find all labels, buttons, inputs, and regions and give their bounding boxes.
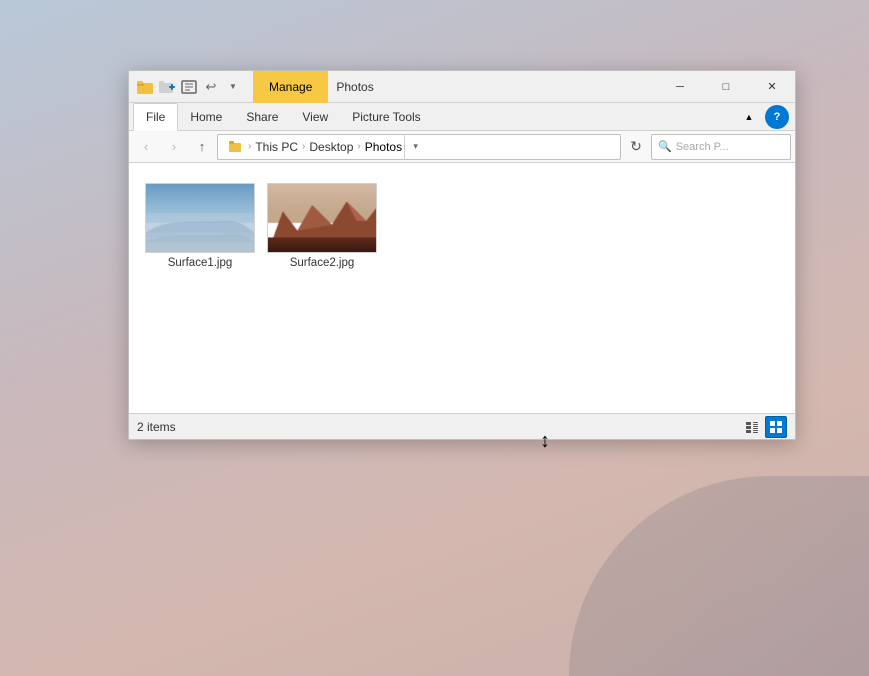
ribbon-tab-right: ▲ ? — [737, 105, 795, 129]
properties-icon[interactable] — [179, 77, 199, 97]
path-segment-thispc[interactable]: This PC — [255, 140, 298, 154]
up-button[interactable]: ↑ — [189, 134, 215, 160]
quick-access-toolbar: ↩ ▼ — [129, 77, 249, 97]
help-icon[interactable]: ? — [765, 105, 789, 129]
path-segment-desktop[interactable]: Desktop — [309, 140, 353, 154]
titlebar: ↩ ▼ Manage Photos ─ □ ✕ — [129, 71, 795, 103]
window-title: Photos — [328, 80, 657, 94]
view-toggle — [741, 416, 787, 438]
file-name-surface2: Surface2.jpg — [290, 257, 355, 269]
search-icon: 🔍 — [658, 140, 672, 153]
tab-home[interactable]: Home — [178, 103, 234, 131]
file-content-area: Surface1.jpg Surface2.jpg — [129, 163, 795, 413]
window-controls: ─ □ ✕ — [657, 71, 795, 103]
folder-icon[interactable] — [135, 77, 155, 97]
file-thumbnail-surface1 — [145, 183, 255, 253]
minimize-button[interactable]: ─ — [657, 71, 703, 103]
file-thumbnail-surface2 — [267, 183, 377, 253]
ribbon-tabs: File Home Share View Picture Tools ▲ ? — [129, 103, 795, 131]
path-separator-1: › — [248, 141, 251, 152]
tab-file[interactable]: File — [133, 103, 178, 131]
refresh-button[interactable]: ↻ — [623, 134, 649, 160]
customize-qat-icon[interactable]: ▼ — [223, 77, 243, 97]
search-placeholder: Search P... — [676, 141, 729, 153]
search-box[interactable]: 🔍 Search P... — [651, 134, 791, 160]
manage-tab[interactable]: Manage — [253, 71, 328, 103]
new-folder-icon[interactable] — [157, 77, 177, 97]
address-start-icon — [226, 138, 244, 156]
tab-share[interactable]: Share — [234, 103, 290, 131]
explorer-window: ↩ ▼ Manage Photos ─ □ ✕ File Home Share … — [128, 70, 796, 440]
address-bar: ‹ › ↑ › This PC › Desktop › Photos ▾ ↻ 🔍… — [129, 131, 795, 163]
path-separator-3: › — [357, 141, 360, 152]
file-item-surface1[interactable]: Surface1.jpg — [145, 179, 255, 273]
close-button[interactable]: ✕ — [749, 71, 795, 103]
file-name-surface1: Surface1.jpg — [168, 257, 233, 269]
address-dropdown-icon[interactable]: ▾ — [404, 134, 426, 160]
undo-icon[interactable]: ↩ — [201, 77, 221, 97]
status-bar: 2 items — [129, 413, 795, 439]
back-button[interactable]: ‹ — [133, 134, 159, 160]
path-segment-photos[interactable]: Photos — [365, 140, 402, 154]
tab-picture-tools[interactable]: Picture Tools — [340, 103, 432, 131]
tab-view[interactable]: View — [290, 103, 340, 131]
item-count: 2 items — [137, 420, 741, 434]
file-item-surface2[interactable]: Surface2.jpg — [267, 179, 377, 273]
forward-button[interactable]: › — [161, 134, 187, 160]
detail-view-button[interactable] — [741, 416, 763, 438]
ribbon-collapse-icon[interactable]: ▲ — [737, 105, 761, 129]
maximize-button[interactable]: □ — [703, 71, 749, 103]
large-icons-view-button[interactable] — [765, 416, 787, 438]
path-separator-2: › — [302, 141, 305, 152]
address-path[interactable]: › This PC › Desktop › Photos ▾ — [217, 134, 621, 160]
